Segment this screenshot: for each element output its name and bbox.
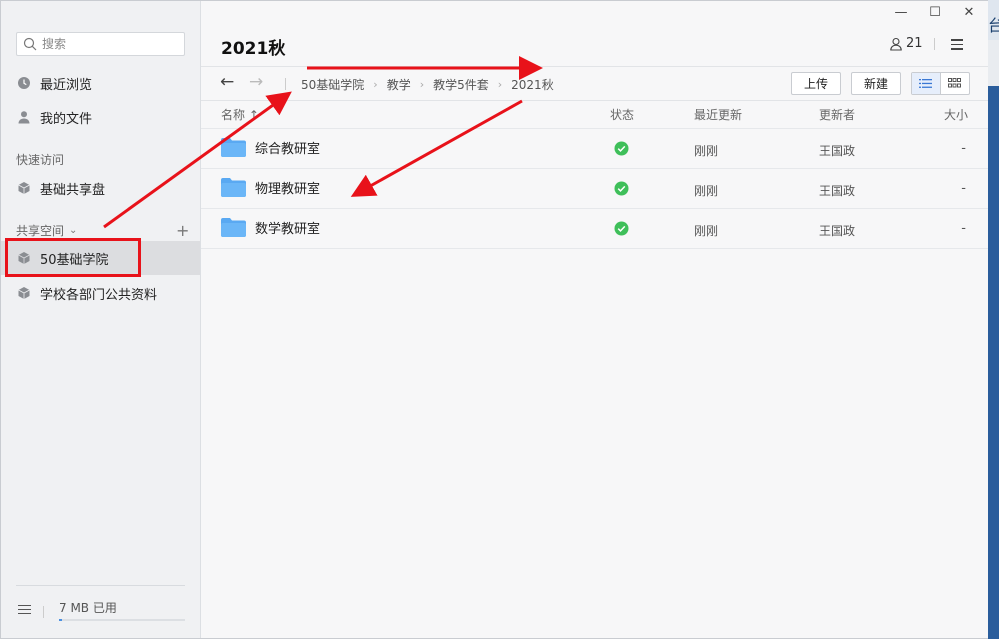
storage-usage-bar xyxy=(59,619,185,621)
status-ok-icon xyxy=(614,141,629,160)
breadcrumb-item[interactable]: 教学5件套 xyxy=(433,76,489,93)
toolbar: ← → 50基础学院 › 教学 › 教学5件套 › 2021秋 上传 新建 xyxy=(201,66,988,101)
section-label-text: 共享空间 xyxy=(16,224,65,238)
background-window-glyph: 台 xyxy=(988,0,999,40)
background-window-strip xyxy=(988,40,999,86)
updated-time: 刚刚 xyxy=(694,184,719,198)
storage-usage-fill xyxy=(59,619,62,621)
page-title: 2021秋 xyxy=(221,39,286,59)
sidebar-item-recent[interactable]: 最近浏览 xyxy=(1,66,200,100)
new-button[interactable]: 新建 xyxy=(851,72,901,95)
annotation-highlight-box xyxy=(5,238,141,277)
file-name: 综合教研室 xyxy=(255,142,321,157)
status-ok-icon xyxy=(614,221,629,240)
view-toggle xyxy=(911,72,970,95)
sidebar-item-label: 最近浏览 xyxy=(40,77,93,93)
table-row[interactable]: 数学教研室 刚刚 王国政 - xyxy=(201,209,988,249)
shared-space-label[interactable]: 共享空间 ⌄ xyxy=(16,222,77,239)
sidebar-item-my-files[interactable]: 我的文件 xyxy=(1,100,200,134)
minimize-button[interactable]: — xyxy=(890,5,912,20)
clock-icon xyxy=(18,77,30,89)
chevron-right-icon: › xyxy=(373,78,378,91)
hamburger-menu-icon[interactable] xyxy=(18,605,31,617)
sidebar-item-label: 基础共享盘 xyxy=(40,182,106,198)
table-row[interactable]: 综合教研室 刚刚 王国政 - xyxy=(201,129,988,169)
status-ok-icon xyxy=(614,181,629,200)
user-outline-icon xyxy=(890,37,902,51)
user-icon xyxy=(18,111,30,124)
members-button[interactable]: 21 xyxy=(889,36,923,51)
quick-access-label: 快速访问 xyxy=(16,151,64,168)
breadcrumb-current: 2021秋 xyxy=(511,78,554,92)
maximize-button[interactable]: ☐ xyxy=(924,5,946,20)
breadcrumb-item[interactable]: 教学 xyxy=(387,76,411,93)
back-button[interactable]: ← xyxy=(220,72,234,92)
chevron-right-icon: › xyxy=(419,78,425,91)
table-header: 名称 ↑ 状态 最近更新 更新者 大小 xyxy=(201,101,988,129)
file-size: - xyxy=(961,221,966,236)
folder-icon xyxy=(221,138,246,157)
more-menu-icon[interactable] xyxy=(951,39,963,53)
divider xyxy=(934,38,935,50)
list-view-icon xyxy=(919,79,933,88)
grid-view-button[interactable] xyxy=(941,73,969,94)
folder-icon xyxy=(221,218,246,237)
app-window: 最近浏览 我的文件 快速访问 基础共享盘 共享空间 ⌄ + 50基础学院 学校各… xyxy=(0,0,988,639)
sidebar-item-school-public[interactable]: 学校各部门公共资料 xyxy=(1,276,200,310)
search-box[interactable] xyxy=(16,32,185,56)
updater-name: 王国政 xyxy=(819,224,856,238)
updated-time: 刚刚 xyxy=(694,224,719,238)
search-icon xyxy=(23,37,37,51)
forward-button[interactable]: → xyxy=(249,72,263,92)
sidebar-item-label: 我的文件 xyxy=(40,111,93,127)
updater-name: 王国政 xyxy=(819,184,856,198)
file-name: 物理教研室 xyxy=(255,182,321,197)
window-controls: — ☐ ✕ xyxy=(890,5,980,20)
background-window-edge: 台 xyxy=(988,0,999,639)
updater-name: 王国政 xyxy=(819,144,856,158)
sidebar-item-shared-drive[interactable]: 基础共享盘 xyxy=(1,171,200,205)
file-size: - xyxy=(961,181,966,196)
storage-usage: 7 MB 已用 xyxy=(59,601,117,615)
member-count: 21 xyxy=(906,36,923,51)
column-header-status: 状态 xyxy=(610,108,635,122)
add-icon[interactable]: + xyxy=(176,221,189,240)
file-name-cell: 综合教研室 xyxy=(221,138,320,157)
sidebar-item-label: 学校各部门公共资料 xyxy=(40,287,158,303)
column-header-name[interactable]: 名称 ↑ xyxy=(221,106,259,123)
cube-icon xyxy=(18,287,30,299)
file-table: 名称 ↑ 状态 最近更新 更新者 大小 综合教研室 刚刚 王国政 - 物理教研室… xyxy=(201,101,988,249)
grid-view-icon xyxy=(948,78,962,88)
file-name: 数学教研室 xyxy=(255,222,321,237)
breadcrumb-item[interactable]: 50基础学院 xyxy=(301,76,364,93)
file-name-cell: 物理教研室 xyxy=(221,178,320,197)
main-panel: — ☐ ✕ 2021秋 21 ← → 50基础学院 › 教学 › 教学5件套 ›… xyxy=(201,1,988,638)
file-size: - xyxy=(961,141,966,156)
column-header-updated[interactable]: 最近更新 xyxy=(694,106,742,123)
updated-time: 刚刚 xyxy=(694,144,719,158)
list-view-button[interactable] xyxy=(912,73,941,94)
file-name-cell: 数学教研室 xyxy=(221,218,320,237)
divider xyxy=(285,78,286,90)
sidebar: 最近浏览 我的文件 快速访问 基础共享盘 共享空间 ⌄ + 50基础学院 学校各… xyxy=(1,1,201,638)
sidebar-footer: 7 MB 已用 xyxy=(1,585,200,638)
chevron-right-icon: › xyxy=(497,78,503,91)
section-label-text: 快速访问 xyxy=(16,153,65,167)
breadcrumb: 50基础学院 › 教学 › 教学5件套 › 2021秋 xyxy=(301,76,554,93)
divider xyxy=(43,606,44,618)
table-row[interactable]: 物理教研室 刚刚 王国政 - xyxy=(201,169,988,209)
close-button[interactable]: ✕ xyxy=(958,5,980,20)
divider xyxy=(16,585,185,586)
column-header-updater[interactable]: 更新者 xyxy=(819,106,855,123)
chevron-down-icon: ⌄ xyxy=(69,225,78,236)
folder-icon xyxy=(221,178,246,197)
upload-button[interactable]: 上传 xyxy=(791,72,841,95)
cube-icon xyxy=(18,182,30,194)
search-input[interactable] xyxy=(42,37,172,51)
column-header-size[interactable]: 大小 xyxy=(944,106,968,123)
